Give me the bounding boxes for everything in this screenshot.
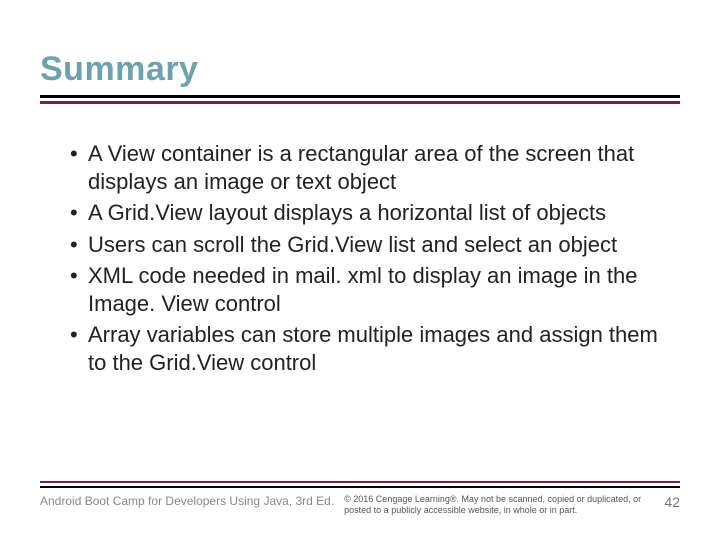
footer-book-title: Android Boot Camp for Developers Using J… <box>40 494 334 508</box>
slide-footer: Android Boot Camp for Developers Using J… <box>40 481 680 516</box>
footer-rule-accent <box>40 481 680 483</box>
bullet-item: XML code needed in mail. xml to display … <box>70 262 680 317</box>
bullet-item: Users can scroll the Grid.View list and … <box>70 231 680 259</box>
footer-rule-black <box>40 486 680 488</box>
page-number: 42 <box>654 494 680 510</box>
slide-title: Summary <box>40 50 680 89</box>
slide-body: A View container is a rectangular area o… <box>40 140 680 376</box>
bullet-list: A View container is a rectangular area o… <box>40 140 680 376</box>
bullet-item: Array variables can store multiple image… <box>70 321 680 376</box>
title-rule-accent <box>40 101 680 104</box>
bullet-item: A Grid.View layout displays a horizontal… <box>70 199 680 227</box>
footer-row: Android Boot Camp for Developers Using J… <box>40 494 680 516</box>
footer-copyright: © 2016 Cengage Learning®. May not be sca… <box>334 494 654 516</box>
slide: Summary A View container is a rectangula… <box>0 0 720 540</box>
bullet-item: A View container is a rectangular area o… <box>70 140 680 195</box>
title-rule-black <box>40 95 680 98</box>
